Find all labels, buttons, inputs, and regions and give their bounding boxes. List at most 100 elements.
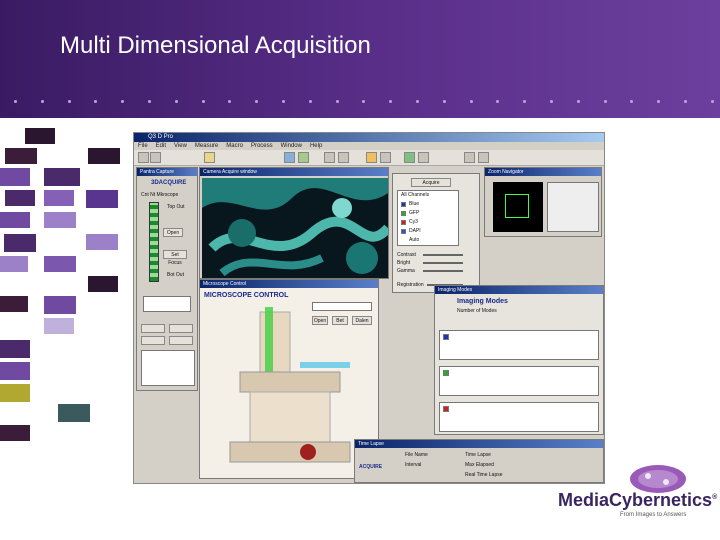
slide-header: Multi Dimensional Acquisition (0, 0, 720, 118)
brand-name: MediaCybernetics® (558, 490, 718, 510)
microscope-icon (229, 307, 351, 463)
panel-button[interactable] (141, 324, 165, 333)
focus-column[interactable] (149, 202, 159, 282)
menu-macro[interactable]: Macro (226, 142, 243, 150)
deco-tile (0, 340, 30, 358)
brand-tagline: From Images to Answers (620, 512, 687, 518)
option-list[interactable] (141, 350, 195, 386)
microscope-panel: Microscope Control MICROSCOPE CONTROL Op… (199, 279, 379, 479)
toolbar-button[interactable] (324, 152, 335, 163)
open-button[interactable]: Open (163, 228, 183, 237)
field[interactable] (143, 296, 191, 312)
time-lapse-label: Real Time Lapse (465, 472, 503, 478)
capture-label: Cnt Nt Mkrscope (141, 192, 179, 198)
deco-tile (5, 190, 35, 206)
app-toolbar (134, 150, 604, 166)
toolbar-button[interactable] (204, 152, 215, 163)
deco-tile (86, 190, 118, 208)
acquire-button[interactable]: Acquire (411, 178, 451, 187)
capture-label: Bot Out (167, 272, 184, 278)
toolbar-button[interactable] (150, 152, 161, 163)
mode-row[interactable] (439, 402, 599, 432)
contrast-slider[interactable] (423, 254, 463, 256)
menu-measure[interactable]: Measure (195, 142, 218, 150)
menu-process[interactable]: Process (251, 142, 273, 150)
channel-list[interactable] (397, 190, 459, 246)
slide: Multi Dimensional Acquisition Q3 D Pro F… (0, 0, 720, 540)
deco-tile (0, 384, 30, 402)
toolbar-button[interactable] (298, 152, 309, 163)
menu-view[interactable]: View (174, 142, 187, 150)
menu-edit[interactable]: Edit (156, 142, 166, 150)
toolbar-button[interactable] (380, 152, 391, 163)
fluorescence-image (202, 178, 388, 278)
channel-item[interactable]: DAPI (409, 228, 421, 234)
deco-tile (44, 296, 76, 314)
deco-tile (58, 404, 90, 422)
deco-tile (44, 318, 74, 334)
app-menubar: File Edit View Measure Macro Process Win… (134, 142, 604, 150)
channel-item[interactable]: Cy3 (409, 219, 418, 225)
deco-tile (0, 296, 28, 312)
imaging-modes-title: Imaging Modes (435, 286, 603, 294)
bright-slider[interactable] (423, 262, 463, 264)
capture-panel-title: Pantra Capture (137, 168, 197, 176)
mode-row[interactable] (439, 330, 599, 360)
time-lapse-label: Max Elapsed (465, 462, 494, 468)
bet-button[interactable]: Bet (332, 316, 348, 325)
deco-tile (4, 234, 36, 252)
deco-tile (44, 168, 80, 186)
channel-item[interactable]: Auto (409, 237, 419, 243)
toolbar-button[interactable] (338, 152, 349, 163)
time-lapse-label: Interval (405, 462, 422, 468)
capture-heading: 3DACQUIRE (151, 180, 187, 186)
menu-help[interactable]: Help (310, 142, 322, 150)
gamma-slider[interactable] (423, 270, 463, 272)
imaging-modes-heading: Imaging Modes (457, 298, 508, 305)
mode-swatch (443, 370, 449, 376)
menu-file[interactable]: File (138, 142, 148, 150)
image-view-panel: Camera Acquire window (199, 167, 389, 279)
capture-label: Top Out (167, 204, 185, 210)
deco-tile (0, 256, 28, 272)
channel-item[interactable]: GFP (409, 210, 419, 216)
menu-window[interactable]: Window (281, 142, 302, 150)
zoom-frame[interactable] (505, 194, 529, 218)
open-button[interactable]: Open (312, 316, 328, 325)
deco-tile (88, 276, 118, 292)
deco-tile (44, 190, 74, 206)
deco-tile (44, 256, 76, 272)
panel-button[interactable] (169, 336, 193, 345)
imaging-modes-subtitle: Number of Modes (457, 308, 497, 314)
toolbar-button[interactable] (404, 152, 415, 163)
mode-row[interactable] (439, 366, 599, 396)
toolbar-button[interactable] (478, 152, 489, 163)
deco-tile (5, 148, 37, 164)
config-dropdown[interactable] (312, 302, 372, 311)
deco-tile (25, 128, 55, 144)
toolbar-button[interactable] (464, 152, 475, 163)
microscope-title: Microscope Control (200, 280, 378, 288)
mode-swatch (443, 334, 449, 340)
toolbar-button[interactable] (138, 152, 149, 163)
slider-label: Contrast (397, 252, 416, 258)
set-focus-button[interactable]: Set Focus (163, 250, 187, 266)
navigator-preview (493, 182, 543, 232)
dalen-button[interactable]: Dalen (352, 316, 372, 325)
toolbar-button[interactable] (366, 152, 377, 163)
channel-item[interactable]: All Channels (401, 192, 429, 198)
slide-title: Multi Dimensional Acquisition (60, 32, 371, 59)
channel-item[interactable]: Blue (409, 201, 419, 207)
panel-button[interactable] (169, 324, 193, 333)
time-lapse-label: Time Lapse (465, 452, 491, 458)
toolbar-button[interactable] (284, 152, 295, 163)
deco-tile (0, 212, 30, 228)
channel-swatch (401, 202, 406, 207)
slider-label: Registration (397, 282, 424, 288)
app-screenshot: Q3 D Pro File Edit View Measure Macro Pr… (133, 132, 605, 484)
toolbar-button[interactable] (418, 152, 429, 163)
slider-label: Bright (397, 260, 411, 266)
panel-button[interactable] (141, 336, 165, 345)
navigator-panel: Zoom Navigator (484, 167, 602, 237)
brand-logo: MediaCybernetics® From Images to Answers (548, 462, 717, 532)
